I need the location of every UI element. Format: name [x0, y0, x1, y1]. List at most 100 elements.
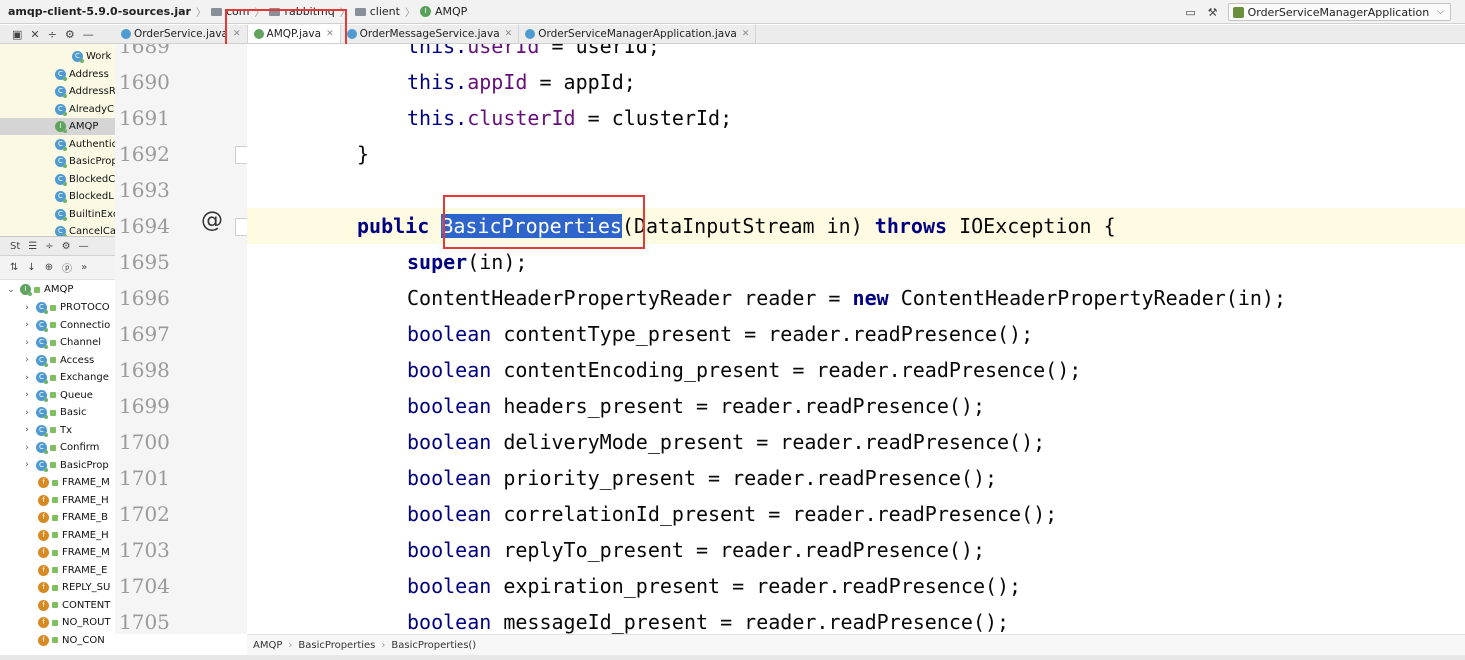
breadcrumb-amqp[interactable]: AMQP [253, 640, 282, 651]
override-annotation-icon[interactable]: @ [201, 208, 223, 233]
run-configuration-select[interactable]: OrderServiceManagerApplication ⌵ [1227, 3, 1451, 21]
sort-visibility-icon[interactable]: ↓ [27, 262, 35, 273]
show-inherited-icon[interactable]: ⊕ [45, 262, 53, 273]
structure-field[interactable]: f FRAME_H [38, 492, 109, 509]
structure-field[interactable]: f FRAME_E [38, 562, 107, 579]
project-tree-item[interactable]: C BlockedC [55, 171, 115, 188]
close-icon[interactable]: ✕ [505, 29, 513, 39]
project-tree-item[interactable]: C BlockedL [55, 188, 114, 205]
structure-class[interactable]: › C Channel [22, 334, 101, 351]
close-icon[interactable]: ✕ [233, 29, 241, 39]
tab-amqp[interactable]: AMQP.java ✕ [247, 25, 341, 43]
code-line-presence: boolean headers_present = reader.readPre… [407, 394, 985, 418]
project-tree-item[interactable]: C Address [55, 66, 109, 83]
project-tree-item[interactable]: C Work [72, 48, 111, 65]
code-line-presence: boolean contentType_present = reader.rea… [407, 322, 1034, 346]
project-tree-item[interactable]: I AMQP [0, 118, 115, 135]
project-view-icon[interactable]: ▣ [12, 28, 22, 41]
class-icon: C [36, 372, 48, 384]
structure-field[interactable]: f FRAME_M [38, 544, 110, 561]
line-number: 1700 [119, 430, 170, 454]
visibility-icon [34, 286, 40, 293]
nav-crumb-client[interactable]: client [352, 0, 403, 24]
gear-icon[interactable]: ⚙ [62, 241, 71, 252]
fold-marker-icon[interactable] [235, 146, 247, 164]
structure-class[interactable]: › C BasicProp [22, 457, 109, 474]
structure-class[interactable]: › C Exchange [22, 369, 109, 386]
folder-icon [269, 7, 281, 16]
project-tree-item[interactable]: C AddressR [55, 83, 115, 100]
collapse-icon[interactable]: ☰ [28, 241, 37, 252]
structure-class[interactable]: › C PROTOCO [22, 299, 110, 316]
show-properties-icon[interactable]: ⓟ [62, 260, 72, 275]
editor-breadcrumb: AMQP › BasicProperties › BasicProperties… [247, 634, 1465, 656]
project-tree-item[interactable]: C Authentic [55, 136, 115, 153]
structure-panel-toolbar: St ☰ ÷ ⚙ — [0, 236, 115, 256]
line-number: 1705 [119, 610, 170, 634]
expand-icon[interactable]: ÷ [48, 28, 57, 41]
breadcrumb-constructor[interactable]: BasicProperties() [391, 640, 476, 651]
class-icon: C [55, 156, 67, 168]
tab-order-service[interactable]: OrderService.java ✕ [115, 25, 248, 43]
class-icon: C [55, 68, 67, 81]
structure-class[interactable]: › C Basic [22, 404, 86, 421]
visibility-icon [52, 567, 58, 573]
line-number: 1699 [119, 394, 170, 418]
folder-icon [210, 7, 222, 16]
structure-field[interactable]: f FRAME_H [38, 527, 109, 544]
structure-field[interactable]: f REPLY_SU [38, 579, 110, 596]
structure-root[interactable]: ⌄ I AMQP [6, 281, 73, 298]
crumb-separator: 〉 [195, 8, 206, 19]
structure-class[interactable]: › C Tx [22, 422, 72, 439]
project-tree-item[interactable]: C AlreadyC [55, 101, 114, 118]
line-number: 1694 [119, 214, 170, 238]
structure-field[interactable]: f FRAME_M [38, 474, 110, 491]
structure-class[interactable]: › C Connectio [22, 317, 110, 334]
field-icon: f [38, 582, 49, 593]
gear-icon[interactable]: ⚙ [65, 28, 75, 41]
field-icon: f [38, 529, 49, 541]
editor-tabs: OrderService.java ✕ AMQP.java ✕ OrderMessa… [115, 25, 1465, 44]
line-number: 1692 [119, 142, 170, 166]
expand-icon[interactable]: ÷ [45, 241, 53, 252]
fold-marker-icon[interactable] [235, 218, 247, 236]
structure-tab-label[interactable]: St [10, 241, 20, 252]
build-hammer-icon[interactable]: ⚒ [1206, 5, 1220, 19]
structure-field[interactable]: f FRAME_B [38, 509, 108, 526]
code-editor[interactable]: this.userId = userId; this.appId = appId… [247, 44, 1465, 634]
structure-field[interactable]: f CONTENT [38, 597, 110, 614]
structure-class[interactable]: › C Confirm [22, 439, 99, 456]
layout-icon[interactable]: ▭ [1184, 5, 1198, 19]
line-number: 1698 [119, 358, 170, 382]
close-icon[interactable]: ✕ [742, 29, 750, 39]
chevron-right-icon: › [25, 460, 29, 470]
project-tree-item[interactable]: C CancelCa [55, 223, 115, 236]
class-icon: C [36, 319, 48, 332]
breadcrumb-basic-properties[interactable]: BasicProperties [298, 640, 375, 651]
hide-icon[interactable]: — [83, 28, 94, 41]
nav-crumb-amqp[interactable]: I AMQP [417, 0, 470, 24]
visibility-icon [50, 462, 56, 468]
line-number: 1704 [119, 574, 170, 598]
project-tree: C Work C Address C AddressR C AlreadyC I AMQP C Aut… [0, 44, 115, 236]
structure-class[interactable]: › C Access [22, 352, 94, 369]
field-icon: f [38, 477, 49, 488]
visibility-icon [52, 602, 58, 608]
project-tree-item[interactable]: C BuiltinExc [55, 206, 115, 223]
close-icon[interactable]: ✕ [326, 29, 334, 39]
structure-field[interactable]: f NO_CON [38, 632, 105, 649]
sort-alpha-icon[interactable]: ⇅ [10, 262, 18, 273]
tab-order-service-manager-application[interactable]: OrderServiceManagerApplication.java ✕ [519, 25, 757, 43]
hide-icon[interactable]: — [79, 241, 89, 252]
tab-order-message-service[interactable]: OrderMessageService.java ✕ [341, 25, 520, 43]
more-icon[interactable]: » [81, 262, 87, 273]
structure-class[interactable]: › C Queue [22, 387, 93, 404]
nav-crumb-jar[interactable]: amqp-client-5.9.0-sources.jar [0, 0, 194, 24]
class-icon: C [55, 138, 67, 151]
project-tree-item[interactable]: C BasicProp [55, 153, 115, 170]
collapse-icon[interactable]: ✕ [30, 28, 39, 41]
selected-identifier[interactable]: BasicProperties [441, 214, 622, 238]
nav-crumb-com[interactable]: com [208, 0, 253, 24]
structure-field[interactable]: f NO_ROUT [38, 614, 111, 631]
nav-crumb-rabbitmq[interactable]: rabbitmq [266, 0, 337, 24]
